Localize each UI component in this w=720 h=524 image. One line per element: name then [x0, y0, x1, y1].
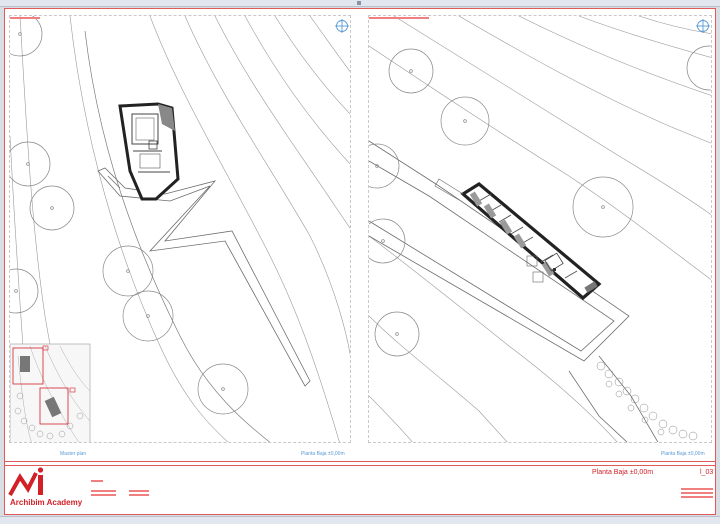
drawing-title: Planta Baja ±0,00m — [592, 469, 654, 476]
title-field-2 — [91, 490, 116, 492]
viewport-scale-title-right: Planta Baja ±0,00m — [661, 451, 705, 457]
title-field-4 — [129, 490, 149, 492]
master-plan-drawing — [10, 16, 350, 442]
title-block-rule — [4, 465, 716, 466]
top-toolbar-strip — [0, 0, 720, 7]
title-field-1 — [91, 480, 103, 482]
sheet-tag-right — [369, 17, 429, 19]
north-arrow-icon — [696, 19, 710, 33]
title-field-6 — [681, 488, 713, 490]
viewport-master-plan[interactable]: Master plan Planta Baja ±0,00m — [9, 15, 351, 443]
title-field-3 — [91, 494, 116, 496]
viewport-scale-title-left: Planta Baja ±0,00m — [301, 451, 345, 457]
sheet-tag-left — [10, 17, 40, 19]
viewport-ground-floor[interactable] — [368, 15, 712, 443]
title-field-8 — [681, 496, 713, 498]
archibim-logo-icon — [8, 467, 44, 496]
title-field-5 — [129, 494, 149, 496]
title-field-7 — [681, 492, 713, 494]
ground-floor-drawing — [369, 16, 711, 442]
sheet-number: l_03 — [700, 469, 714, 476]
archibim-logo: Archibim Academy — [8, 467, 90, 511]
north-arrow-icon — [335, 19, 349, 33]
brand-name: Archibim Academy — [10, 498, 83, 507]
top-handle[interactable] — [357, 1, 361, 5]
viewport-title-master-plan: Master plan — [60, 451, 87, 457]
